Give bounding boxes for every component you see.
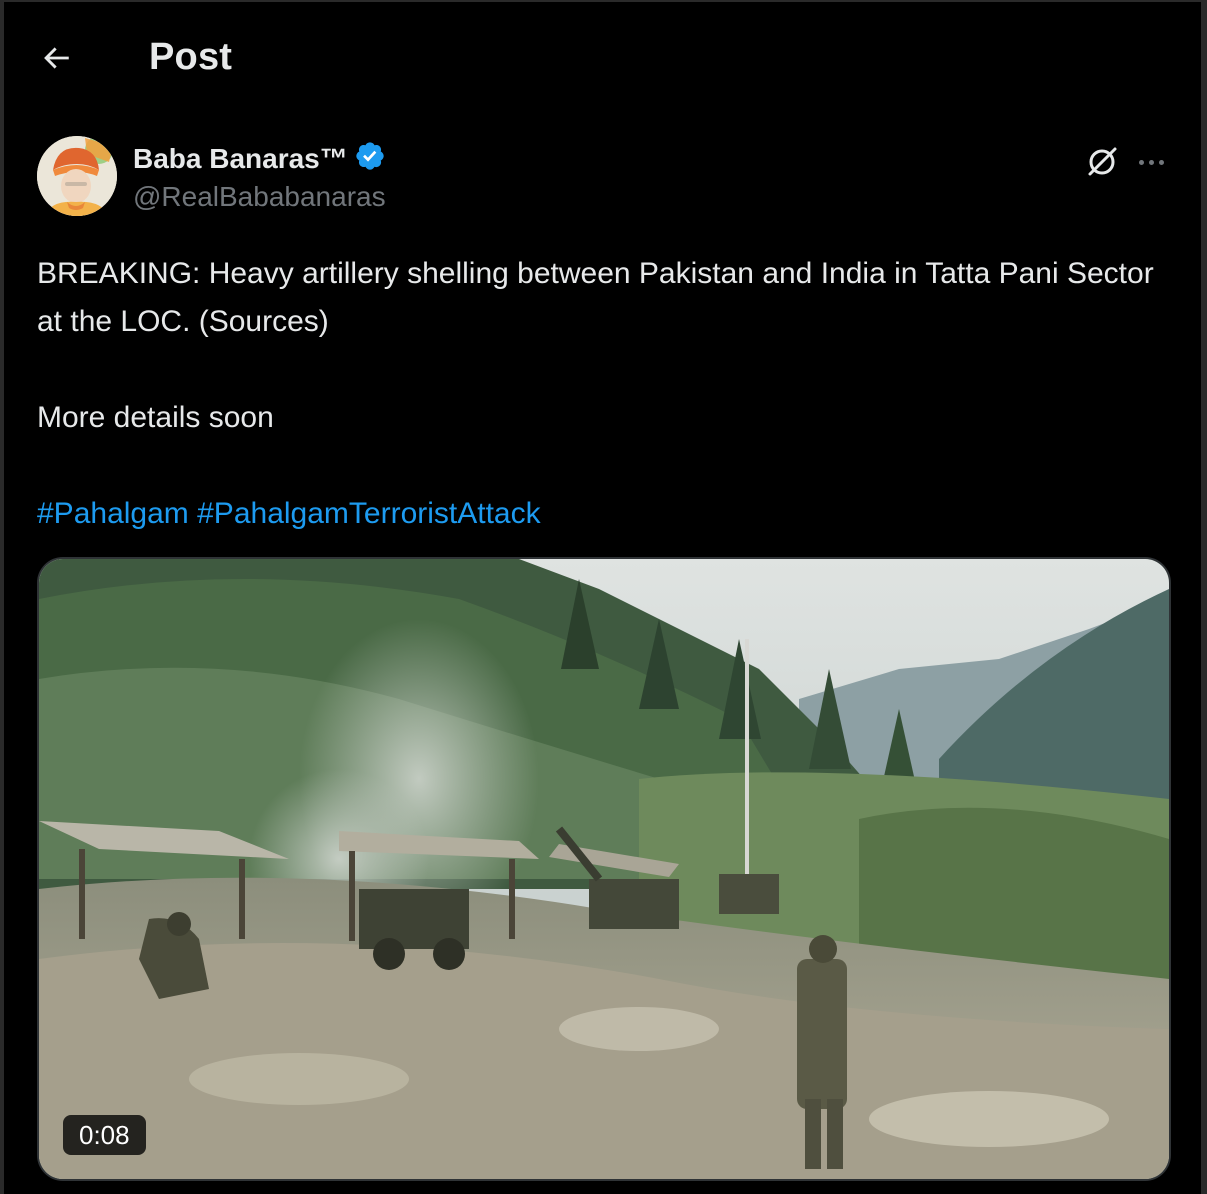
grok-button[interactable] — [1082, 142, 1122, 182]
post-text-line: More details soon — [37, 401, 274, 434]
post-text-line: BREAKING: Heavy artillery shelling betwe… — [37, 257, 1154, 338]
verified-badge-icon[interactable] — [354, 140, 386, 177]
arrow-left-icon — [39, 41, 73, 80]
grok-icon — [1082, 147, 1122, 186]
hashtag-link[interactable]: #Pahalgam — [37, 497, 189, 530]
author-handle[interactable]: @RealBababanaras — [133, 181, 386, 213]
post-text: BREAKING: Heavy artillery shelling betwe… — [37, 250, 1167, 538]
more-button[interactable] — [1129, 142, 1173, 182]
page-title: Post — [149, 36, 233, 78]
page-header: Post — [4, 2, 1201, 114]
hashtags: #Pahalgam #PahalgamTerroristAttack — [37, 490, 1167, 538]
more-horizontal-icon — [1138, 159, 1144, 165]
video-duration-badge: 0:08 — [63, 1115, 146, 1155]
video-player[interactable]: 0:08 — [37, 557, 1171, 1181]
post-page: Post Baba Banaras™ @RealBababanaras BREA… — [4, 2, 1201, 1194]
hashtag-link[interactable]: #PahalgamTerroristAttack — [197, 497, 540, 530]
author-info: Baba Banaras™ @RealBababanaras — [133, 140, 386, 213]
video-thumbnail — [39, 559, 1169, 1179]
avatar[interactable] — [37, 136, 117, 216]
display-name[interactable]: Baba Banaras™ — [133, 143, 348, 175]
back-button[interactable] — [34, 38, 78, 82]
